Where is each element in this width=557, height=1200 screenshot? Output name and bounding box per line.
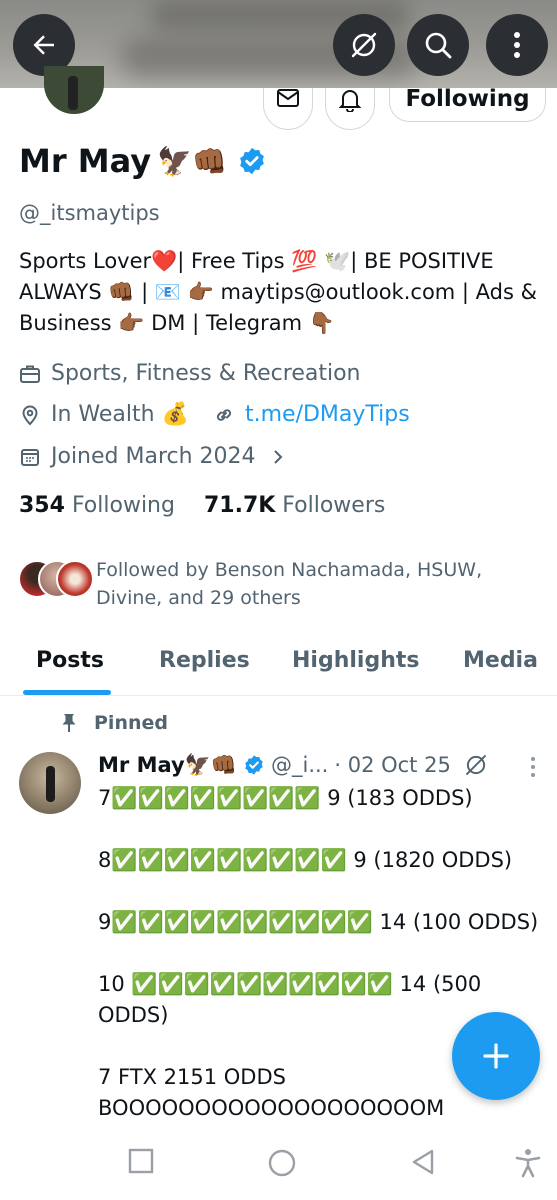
- followed-by-avatars: [18, 560, 98, 600]
- link-icon: [216, 408, 232, 421]
- briefcase-icon: [20, 365, 40, 383]
- notifications-button[interactable]: [325, 88, 375, 130]
- home-circle-icon[interactable]: [267, 1148, 297, 1178]
- verified-badge-icon: [245, 755, 263, 775]
- recents-square-icon[interactable]: [128, 1148, 154, 1174]
- profile-name: Mr May 🦅👊🏾: [19, 142, 267, 180]
- post-more-icon[interactable]: [528, 756, 538, 778]
- calendar-icon: [21, 448, 39, 466]
- location-text: In Wealth 💰: [51, 402, 189, 427]
- category-text: Sports, Fitness & Recreation: [51, 361, 361, 386]
- post-author-handle[interactable]: @_i...: [271, 753, 328, 777]
- post-author-emojis: 🦅👊🏾: [184, 752, 237, 777]
- follow-counts: 354 Following 71.7K Followers: [19, 493, 385, 518]
- name-emojis: 🦅👊🏾: [157, 144, 227, 178]
- search-icon: [425, 32, 452, 59]
- display-name: Mr May: [19, 142, 152, 180]
- more-vertical-icon: [514, 32, 520, 58]
- mail-icon: [277, 89, 299, 107]
- profile-avatar[interactable]: [44, 66, 104, 114]
- plus-icon: [483, 1043, 509, 1069]
- profile-tabs: Posts Replies Highlights Media: [0, 630, 557, 696]
- bell-icon: [338, 90, 362, 112]
- tab-replies[interactable]: Replies: [159, 648, 250, 673]
- joined-text: Joined March 2024: [51, 444, 256, 469]
- pin-icon: [62, 714, 76, 732]
- following-count: 354: [19, 493, 65, 518]
- website-link[interactable]: t.me/DMayTips: [245, 402, 410, 427]
- tab-media[interactable]: Media: [463, 648, 538, 673]
- profile-category: Sports, Fitness & Recreation: [19, 361, 361, 386]
- chevron-right-icon: [273, 449, 282, 464]
- pinned-label-row: Pinned: [60, 712, 168, 734]
- compose-button[interactable]: [452, 1012, 540, 1100]
- post-date[interactable]: · 02 Oct 25: [334, 753, 450, 777]
- profile-location-row: In Wealth 💰 t.me/DMayTips: [19, 402, 410, 427]
- followers-count-link[interactable]: 71.7K Followers: [204, 493, 385, 518]
- followed-by-text: Followed by Benson Nachamada, HSUW, Divi…: [96, 559, 483, 609]
- search-button[interactable]: [407, 14, 469, 76]
- post-author-name[interactable]: Mr May: [98, 753, 185, 777]
- grok-icon[interactable]: [463, 752, 489, 778]
- grok-icon: [351, 32, 377, 58]
- followers-count: 71.7K: [203, 493, 276, 518]
- following-label: Following: [71, 493, 175, 518]
- location-pin-icon: [22, 405, 38, 425]
- post-header: Mr May 🦅👊🏾 @_i... · 02 Oct 25: [98, 752, 489, 778]
- tab-highlights[interactable]: Highlights: [292, 648, 419, 673]
- accessibility-icon[interactable]: [514, 1148, 542, 1178]
- avatar: [56, 560, 94, 598]
- following-count-link[interactable]: 354 Following: [19, 493, 175, 518]
- pinned-label: Pinned: [94, 712, 168, 734]
- profile-bio: Sports Lover❤️| Free Tips 💯 🕊️| BE POSIT…: [19, 249, 537, 335]
- more-options-button[interactable]: [486, 14, 548, 76]
- post-author-avatar[interactable]: [19, 752, 81, 814]
- profile-joined-row[interactable]: Joined March 2024: [19, 444, 286, 469]
- back-triangle-icon[interactable]: [410, 1148, 436, 1176]
- back-arrow-icon: [33, 35, 54, 55]
- tab-posts[interactable]: Posts: [36, 648, 104, 673]
- following-button[interactable]: Following: [389, 88, 546, 122]
- followers-label: Followers: [282, 493, 386, 518]
- system-nav-bar: [0, 1130, 557, 1200]
- message-button[interactable]: [263, 88, 313, 130]
- active-tab-indicator: [23, 690, 111, 695]
- verified-badge-icon: [239, 147, 264, 175]
- profile-handle: @_itsmaytips: [19, 201, 160, 225]
- grok-button[interactable]: [333, 14, 395, 76]
